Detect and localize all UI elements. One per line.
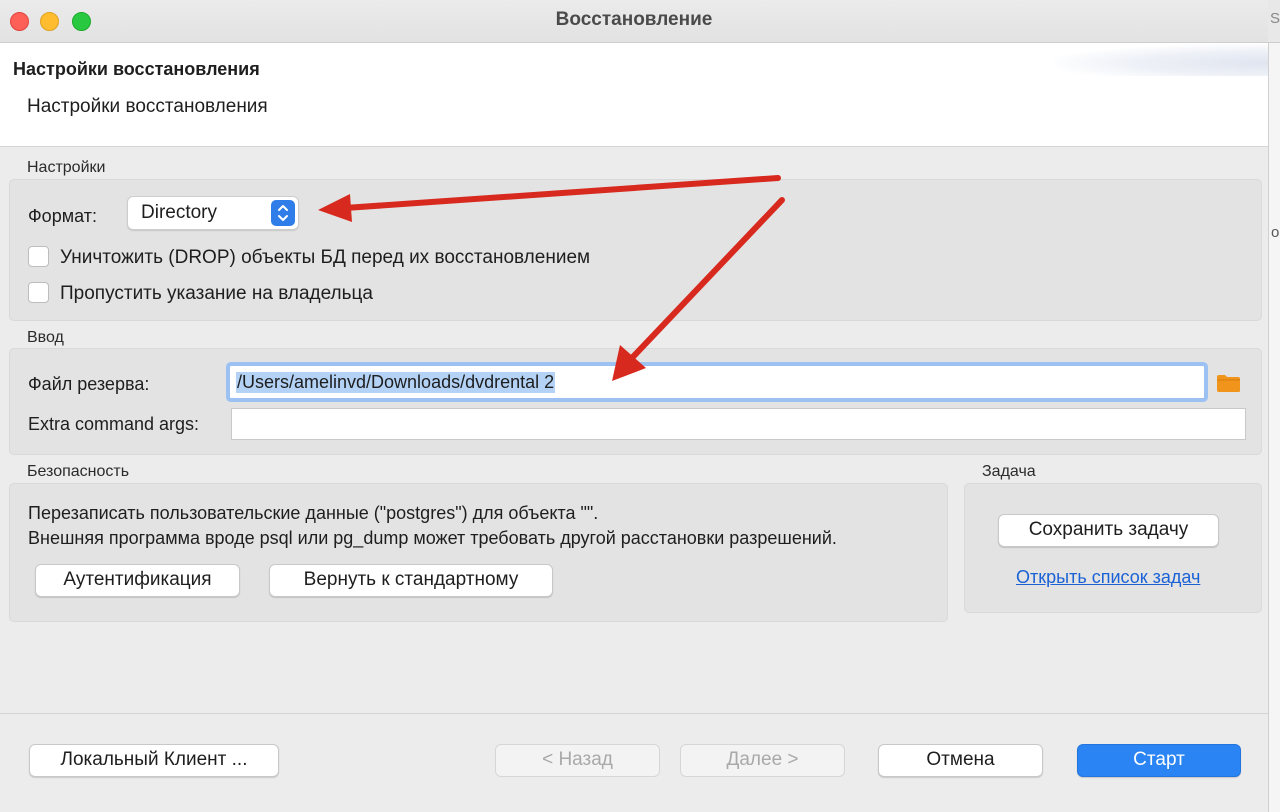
format-select-value: Directory bbox=[141, 202, 218, 223]
task-section-label: Задача bbox=[982, 463, 1036, 480]
security-section-label: Безопасность bbox=[27, 463, 130, 480]
page-subtitle: Настройки восстановления bbox=[27, 96, 268, 117]
next-button[interactable]: Далее > bbox=[680, 744, 845, 777]
footer-divider bbox=[0, 713, 1268, 714]
backup-file-label: Файл резерва: bbox=[28, 374, 150, 394]
format-select[interactable]: Directory bbox=[127, 196, 299, 230]
folder-icon[interactable] bbox=[1216, 374, 1241, 398]
extra-args-label: Extra command args: bbox=[28, 414, 200, 434]
skip-owner-label: Пропустить указание на владельца bbox=[60, 283, 373, 304]
skip-owner-checkbox[interactable] bbox=[28, 282, 49, 303]
start-button[interactable]: Старт bbox=[1077, 744, 1241, 777]
drop-objects-checkbox[interactable] bbox=[28, 246, 49, 267]
task-group bbox=[964, 483, 1262, 613]
save-task-button[interactable]: Сохранить задачу bbox=[998, 514, 1219, 547]
extra-args-input[interactable] bbox=[231, 408, 1246, 440]
settings-section-label: Настройки bbox=[27, 159, 106, 176]
edge-glyph-s: S bbox=[1270, 10, 1280, 27]
open-task-list-link[interactable]: Открыть список задач bbox=[1016, 567, 1200, 588]
edge-glyph-o: o bbox=[1271, 224, 1280, 241]
format-label: Формат: bbox=[28, 206, 97, 226]
backup-file-input[interactable]: /Users/amelinvd/Downloads/dvdrental 2 bbox=[229, 365, 1205, 399]
backup-file-value: /Users/amelinvd/Downloads/dvdrental 2 bbox=[236, 372, 556, 393]
security-text-line2: Внешняя программа вроде psql или pg_dump… bbox=[28, 528, 837, 548]
input-section-label: Ввод bbox=[27, 329, 64, 346]
drop-objects-label: Уничтожить (DROP) объекты БД перед их во… bbox=[60, 247, 591, 268]
local-client-button[interactable]: Локальный Клиент ... bbox=[29, 744, 279, 777]
reset-default-button[interactable]: Вернуть к стандартному bbox=[269, 564, 553, 597]
window-title: Восстановление bbox=[555, 9, 713, 30]
header-decoration bbox=[1055, 44, 1268, 76]
back-button[interactable]: < Назад bbox=[495, 744, 660, 777]
up-down-chevron-icon bbox=[271, 200, 295, 226]
authentication-button[interactable]: Аутентификация bbox=[35, 564, 240, 597]
cancel-button[interactable]: Отмена bbox=[878, 744, 1043, 777]
security-text-line1: Перезаписать пользовательские данные ("p… bbox=[28, 503, 599, 523]
background-window-edge bbox=[1268, 0, 1280, 812]
page-title: Настройки восстановления bbox=[13, 59, 260, 79]
